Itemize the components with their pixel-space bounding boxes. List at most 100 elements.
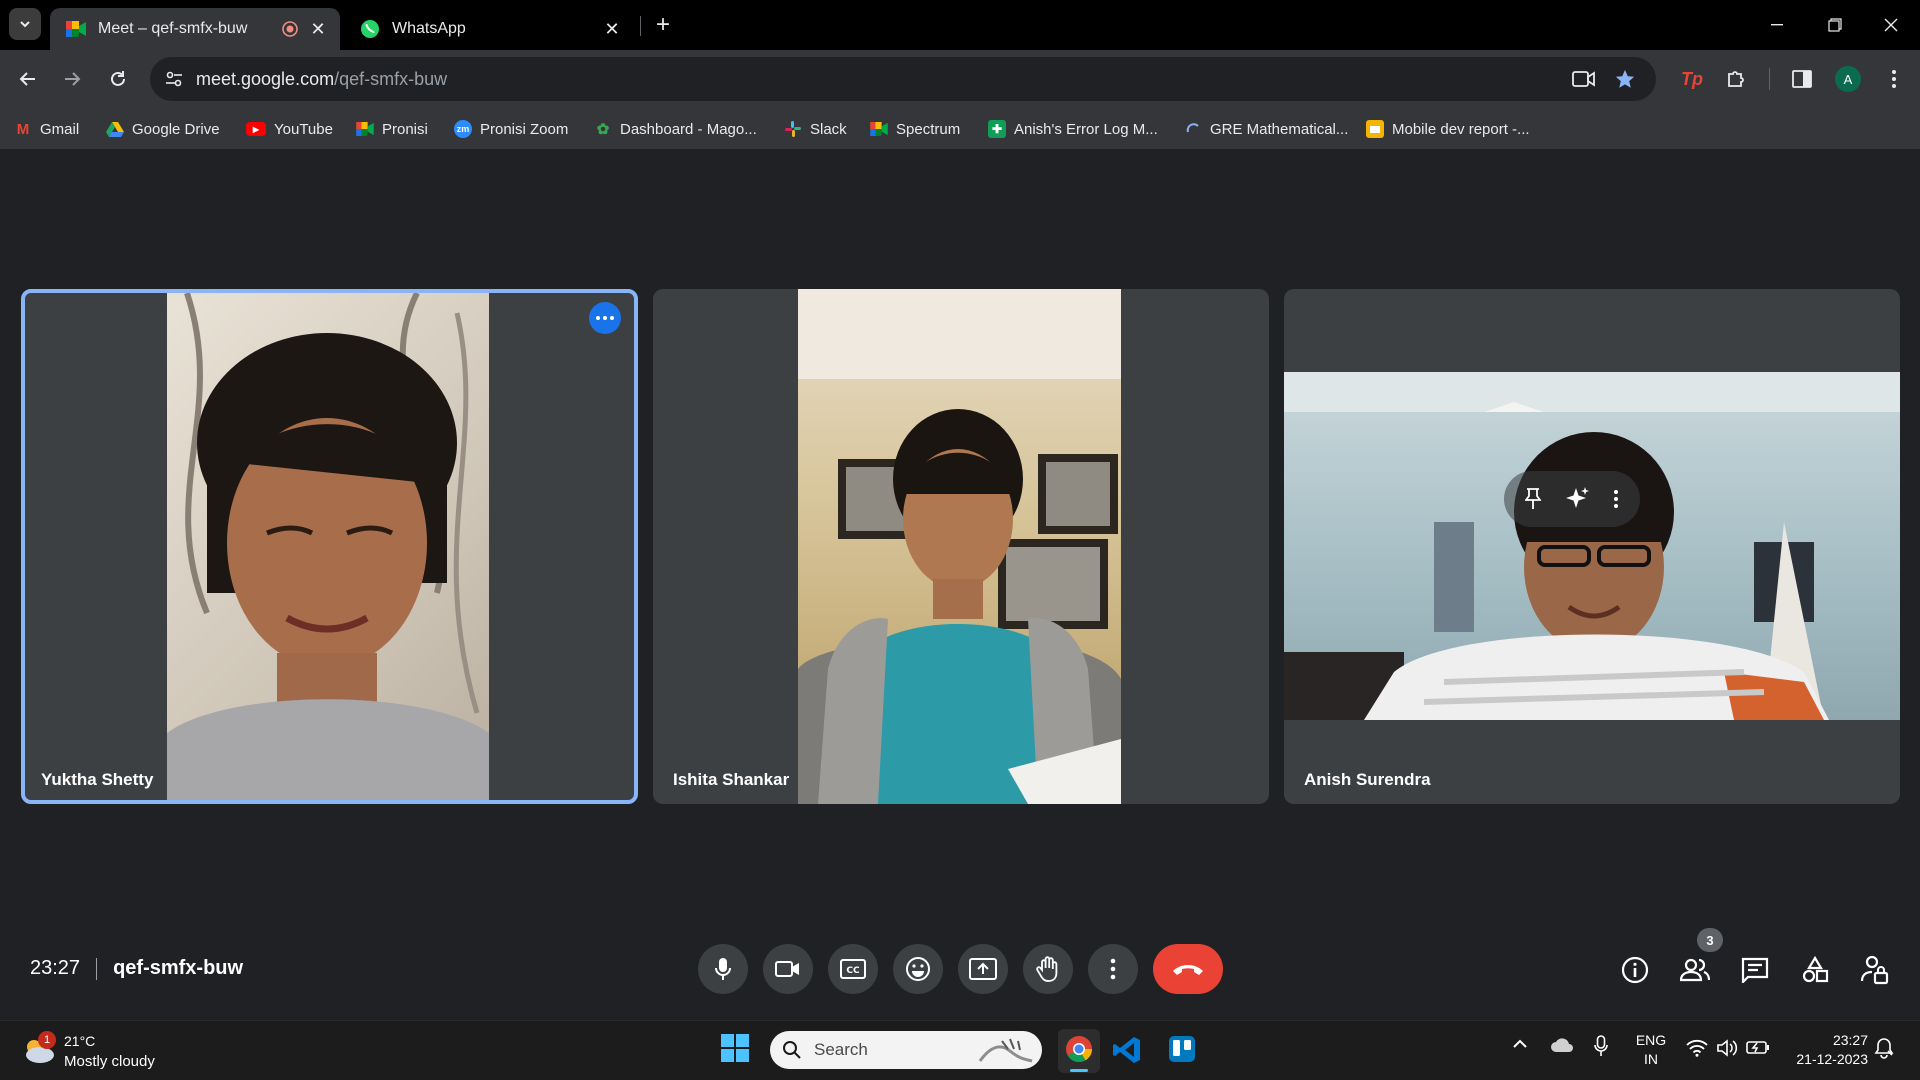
drive-icon [106,120,124,138]
back-arrow-icon[interactable] [10,61,46,97]
participant-video [798,289,1121,804]
camera-icon [775,961,799,977]
input-language[interactable]: ENG IN [1634,1031,1668,1069]
recording-icon [278,17,302,41]
close-tab-icon[interactable]: ✕ [306,17,330,41]
bookmark-gmail[interactable]: M Gmail [14,116,79,142]
bookmark-label: Pronisi Zoom [480,120,569,138]
profile-avatar[interactable]: A [1830,61,1866,97]
effects-sparkle-icon[interactable] [1564,486,1590,512]
bookmark-dashboard[interactable]: ✿ Dashboard - Mago... [594,116,757,142]
participant-tile-yuktha[interactable]: Yuktha Shetty [21,289,638,804]
tab-title: WhatsApp [392,20,466,37]
bookmark-pronisi-zoom[interactable]: zm Pronisi Zoom [454,116,568,142]
url-text: meet.google.com/qef-smfx-buw [196,69,447,90]
tab-search-button[interactable] [9,8,41,40]
bookmark-spectrum[interactable]: Spectrum [870,116,960,142]
more-options-icon[interactable] [589,302,621,334]
forward-arrow-icon[interactable] [54,61,90,97]
reactions-button[interactable] [893,944,943,994]
captions-icon: CC [840,959,866,979]
activities-shapes-icon [1802,956,1829,983]
tp-extension-icon[interactable]: Tp [1674,61,1710,97]
raise-hand-button[interactable] [1023,944,1073,994]
bookmark-label: Slack [810,120,847,138]
raise-hand-icon [1036,956,1058,982]
tab-meet[interactable]: Meet – qef-smfx-buw ✕ [50,8,340,50]
bookmark-gre[interactable]: GRE Mathematical... [1184,116,1348,142]
bookmark-google-drive[interactable]: Google Drive [106,116,220,142]
notifications-bell-icon[interactable] [1874,1037,1894,1059]
bookmark-star-icon[interactable] [1614,68,1636,90]
trello-icon[interactable] [1168,1035,1196,1063]
camera-button[interactable] [763,944,813,994]
reload-icon[interactable] [100,61,136,97]
chat-button[interactable] [1735,950,1775,990]
search-highlight-icon [976,1035,1036,1065]
pin-icon[interactable] [1525,488,1542,510]
onedrive-cloud-icon[interactable] [1550,1037,1574,1053]
captions-button[interactable]: CC [828,944,878,994]
whatsapp-icon [360,19,380,39]
side-panel-icon[interactable] [1784,61,1820,97]
tab-whatsapp[interactable]: WhatsApp ✕ [344,8,634,50]
chat-icon [1741,957,1769,983]
svg-text:CC: CC [846,966,860,976]
activities-button[interactable] [1795,950,1835,990]
active-app-indicator [1070,1069,1088,1072]
url-path: /qef-smfx-buw [334,69,448,89]
camera-in-use-icon[interactable] [1572,68,1596,90]
temperature: 21°C [64,1033,96,1049]
participant-tile-ishita[interactable]: Ishita Shankar [653,289,1269,804]
bookmark-label: Anish's Error Log M... [1014,120,1158,138]
bookmark-error-log[interactable]: ✚ Anish's Error Log M... [988,116,1158,142]
people-button[interactable] [1675,950,1715,990]
tab-title: Meet – qef-smfx-buw [98,20,248,37]
participant-name: Anish Surendra [1304,770,1431,789]
restore-icon[interactable] [1806,0,1864,50]
meeting-code: qef-smfx-buw [113,957,244,979]
more-vert-icon[interactable] [1613,489,1619,509]
more-vert-icon [1110,958,1116,980]
new-tab-plus-icon[interactable]: + [650,10,676,40]
windows-start-icon[interactable] [720,1033,752,1065]
info-icon [1621,956,1649,984]
meeting-details-button[interactable] [1615,950,1655,990]
close-tab-icon[interactable]: ✕ [600,17,624,41]
language-code: ENG [1635,1032,1667,1048]
microphone-button[interactable] [698,944,748,994]
chevron-down-icon [20,21,30,28]
microphone-in-use-icon[interactable] [1594,1035,1608,1057]
present-screen-button[interactable] [958,944,1008,994]
taskbar-clock[interactable]: 23:27 21-12-2023 [1778,1031,1868,1069]
taskbar-search-box[interactable]: Search [770,1031,1042,1069]
minimize-icon[interactable] [1748,0,1806,50]
volume-icon[interactable] [1716,1039,1738,1057]
bookmark-mobile-dev-report[interactable]: Mobile dev report -... [1366,116,1530,142]
toolbar-divider [1769,68,1770,90]
people-icon [1680,958,1710,982]
taskbar-chrome[interactable] [1058,1029,1100,1073]
more-options-button[interactable] [1088,944,1138,994]
bookmark-label: Mobile dev report -... [1392,120,1530,138]
wifi-icon[interactable] [1686,1039,1708,1057]
host-controls-button[interactable] [1855,950,1895,990]
close-window-icon[interactable] [1862,0,1920,50]
meet-icon [66,19,86,39]
bookmark-label: GRE Mathematical... [1210,120,1349,138]
address-bar[interactable]: meet.google.com/qef-smfx-buw [150,57,1656,101]
bookmark-youtube[interactable]: ▶ YouTube [246,116,333,142]
participant-video [167,293,489,800]
vscode-icon[interactable] [1112,1035,1142,1065]
more-vert-icon[interactable] [1876,61,1912,97]
show-hidden-icons-chevron-icon[interactable] [1512,1039,1528,1049]
participant-tile-anish[interactable]: Anish Surendra [1284,289,1900,804]
bookmark-slack[interactable]: Slack [784,116,847,142]
people-count-badge: 3 [1697,928,1723,952]
site-settings-icon[interactable] [164,69,184,89]
battery-charging-icon[interactable] [1746,1039,1770,1055]
bookmark-pronisi[interactable]: Pronisi [356,116,428,142]
leave-call-button[interactable] [1153,944,1223,994]
details-divider [96,957,98,980]
extensions-puzzle-icon[interactable] [1718,61,1754,97]
